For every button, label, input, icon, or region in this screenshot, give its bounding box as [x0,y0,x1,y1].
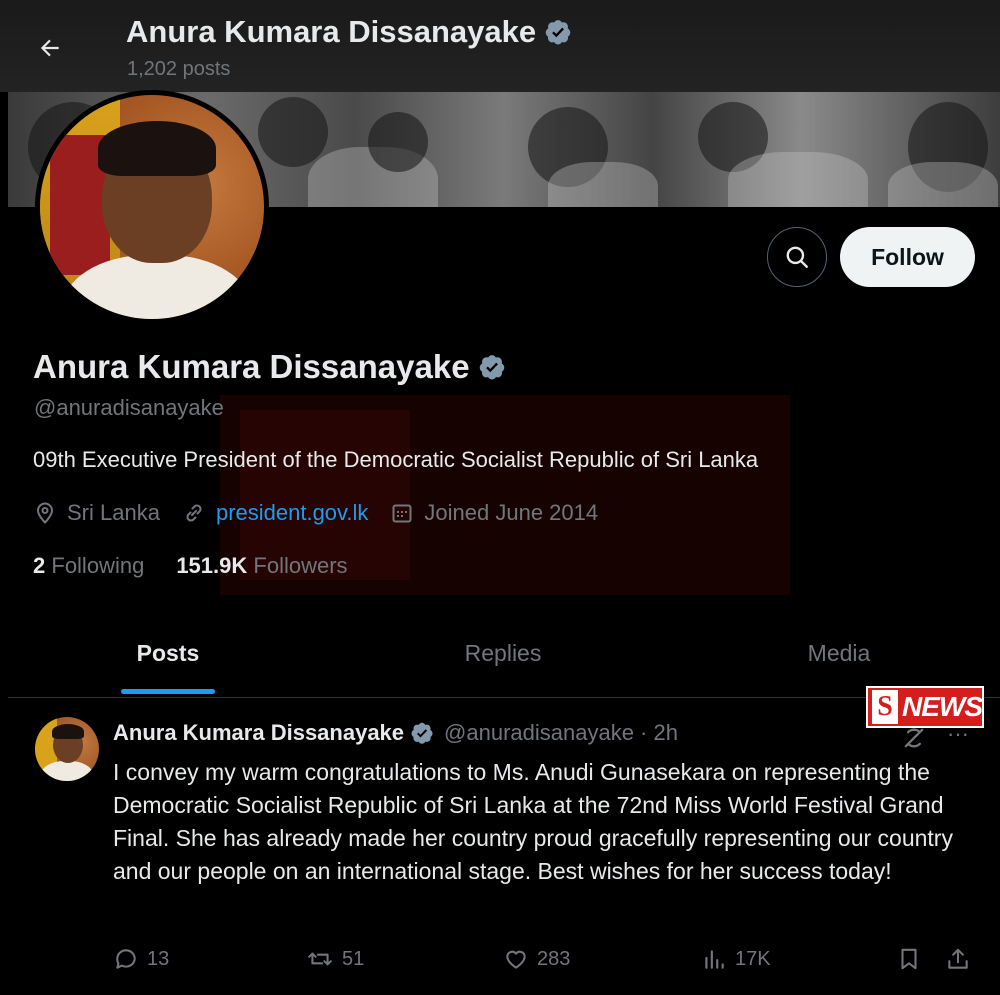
profile-name: Anura Kumara Dissanayake [33,348,506,386]
repost-button[interactable]: 51 [306,940,364,978]
link-icon [186,504,202,522]
repost-count: 51 [342,947,365,970]
calendar-icon [392,504,412,523]
following-link[interactable]: 2 Following [33,553,144,579]
followers-link[interactable]: 151.9K Followers [176,553,347,579]
website-item[interactable]: president.gov.lk [182,500,368,526]
header-title: Anura Kumara Dissanayake [126,14,572,50]
verified-icon [479,355,504,380]
top-bar: Anura Kumara Dissanayake 1,202 posts [0,0,1000,92]
search-icon [786,246,808,268]
reply-count: 13 [147,947,170,970]
share-button[interactable] [945,940,971,978]
more-icon[interactable]: ··· [942,718,974,750]
following-label: Following [51,553,145,578]
like-icon [506,950,526,969]
repost-icon [308,952,332,966]
post-avatar[interactable] [35,717,99,781]
news-logo-s: S [872,690,898,724]
follow-button[interactable]: Follow [840,227,975,287]
views-icon [705,950,724,969]
active-tab-indicator [121,689,215,694]
profile-tabs: Posts Replies Media [8,610,1000,698]
post-count: 1,202 posts [127,58,231,80]
tab-replies-label: Replies [464,640,542,666]
location-icon [36,502,54,524]
followers-label: Followers [253,553,348,578]
like-count: 283 [537,947,571,970]
post-header: Anura Kumara Dissanayake @anuradisanayak… [113,720,678,746]
grok-icon[interactable] [900,724,928,752]
views-count: 17K [735,947,771,970]
back-button[interactable] [28,26,72,70]
following-count: 2 [33,553,46,578]
like-button[interactable]: 283 [503,940,570,978]
profile-handle: @anuradisanayake [34,395,224,420]
post-actions: 13 51 283 17K [113,940,983,980]
profile-meta: Sri Lanka president.gov.lk Joined June 2… [33,500,620,526]
search-button[interactable] [767,227,827,287]
reply-button[interactable]: 13 [113,940,169,978]
tab-media-label: Media [807,640,871,666]
bookmark-button[interactable] [896,940,922,978]
post-author[interactable]: Anura Kumara Dissanayake [113,720,404,746]
profile-avatar[interactable] [35,90,269,324]
website-link[interactable]: president.gov.lk [216,500,368,526]
tab-posts[interactable]: Posts [8,610,328,697]
joined-text: Joined June 2014 [424,500,599,525]
reply-icon [116,949,136,969]
tab-posts-label: Posts [136,640,200,666]
post-handle-time: @anuradisanayake · 2h [444,720,678,745]
bookmark-icon [901,948,917,970]
share-icon [948,948,968,969]
profile-bio: 09th Executive President of the Democrat… [33,447,759,472]
back-arrow-icon [40,39,59,57]
location-text: Sri Lanka [67,500,160,525]
verified-icon [545,20,571,45]
tab-media[interactable]: Media [678,610,1000,697]
joined-item: Joined June 2014 [390,500,598,526]
header-name: Anura Kumara Dissanayake [126,14,537,49]
tab-replies[interactable]: Replies [328,610,678,697]
location-item: Sri Lanka [33,500,160,526]
followers-count: 151.9K [176,553,248,578]
profile-name-text: Anura Kumara Dissanayake [33,348,470,385]
follow-counts: 2 Following 151.9K Followers [33,553,348,579]
views-button[interactable]: 17K [701,940,771,978]
post-text: I convey my warm congratulations to Ms. … [113,759,953,884]
verified-icon [411,722,433,744]
